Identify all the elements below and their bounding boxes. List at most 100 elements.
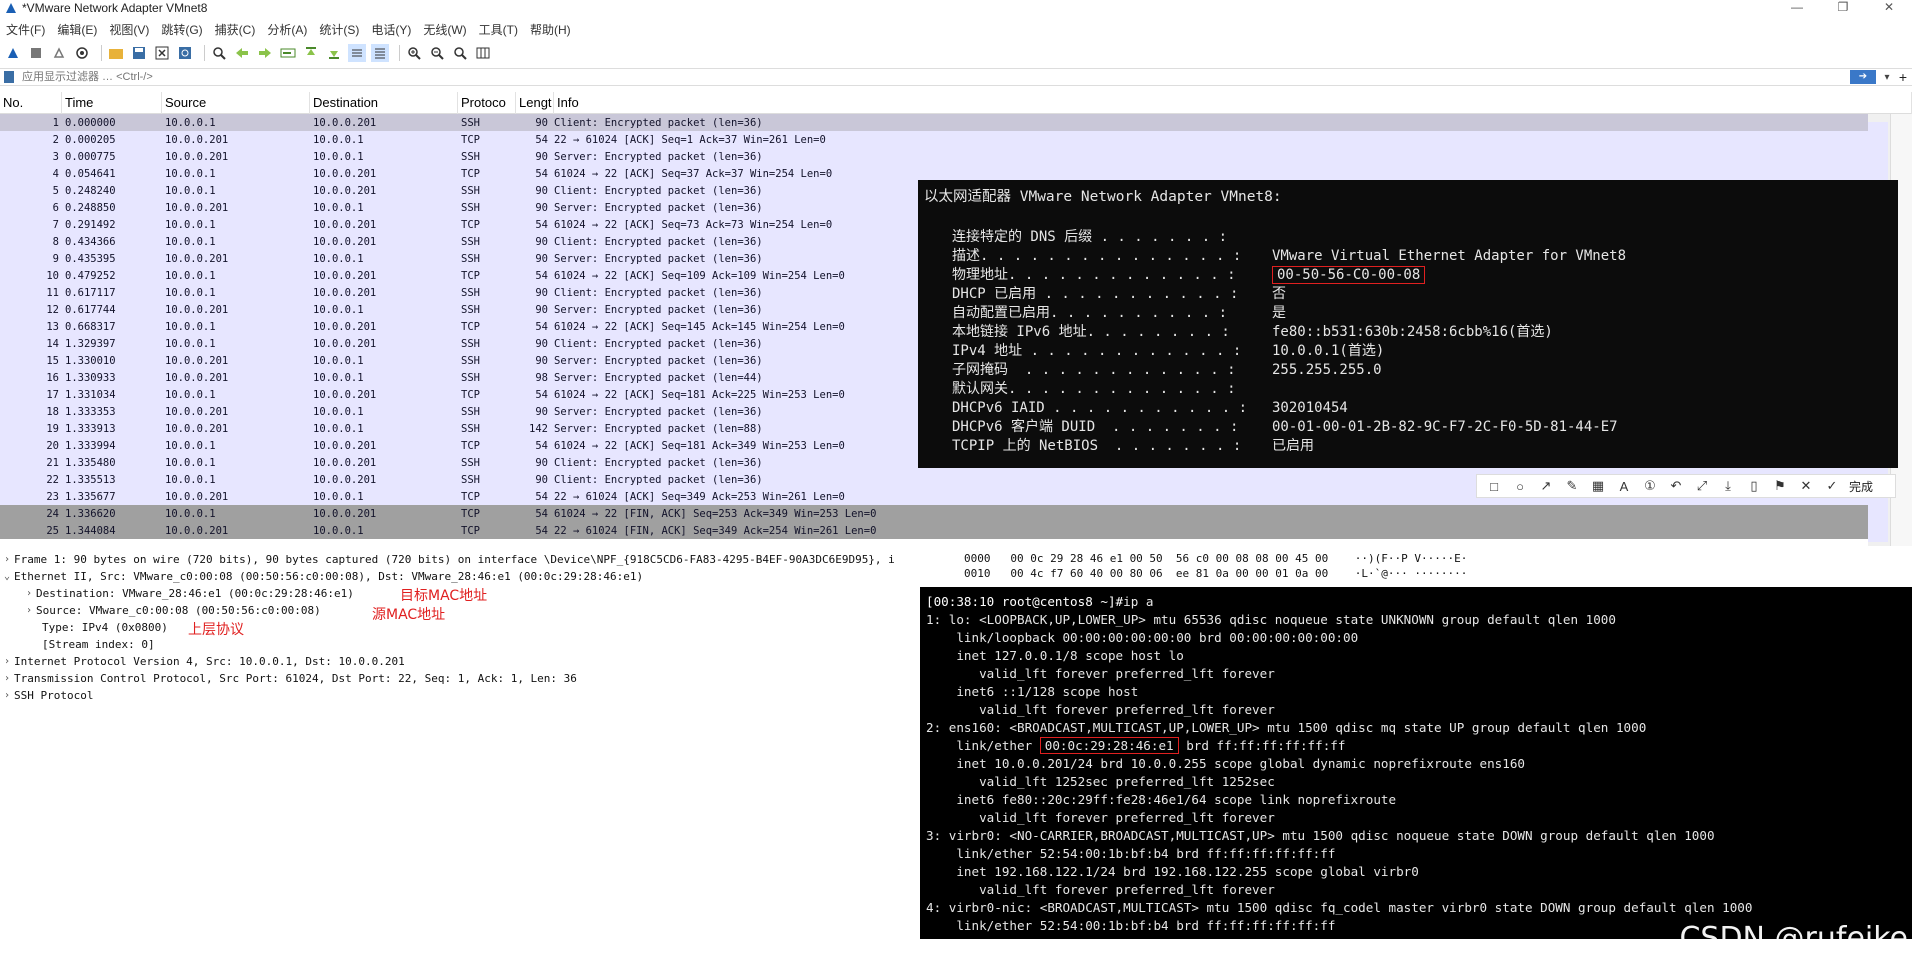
minimize-button[interactable]: — [1774,0,1820,16]
pen-tool-icon[interactable]: ✎ [1561,477,1583,495]
column-destination[interactable]: Destination [310,92,458,114]
detail-eth-stream[interactable]: [Stream index: 0] [0,636,956,653]
packet-cell-time: 0.617117 [65,286,116,299]
column-time[interactable]: Time [62,92,162,114]
menu-file[interactable]: 文件(F) [0,21,51,38]
packet-cell-info: 61024 → 22 [ACK] Seq=37 Ack=37 Win=254 L… [554,167,833,180]
packet-cell-proto: TCP [461,490,480,503]
packet-row[interactable]: 2 0.000205 10.0.0.201 10.0.0.1 TCP 54 22 → 610… [0,131,1912,148]
bytes-row[interactable]: 0010 00 4c f7 60 40 00 80 06 ee 81 0a 00… [960,566,1912,581]
zoom-out-icon[interactable] [428,44,446,62]
text-tool-icon[interactable]: A [1613,477,1635,495]
colorize-icon[interactable] [371,44,389,62]
detail-ethernet[interactable]: ⌄ Ethernet II, Src: VMware_c0:00:08 (00:5… [0,568,956,585]
menu-edit[interactable]: 编辑(E) [51,21,103,38]
column-no[interactable]: No. [0,92,62,114]
save-file-icon[interactable] [130,44,148,62]
done-button[interactable]: 完成 [1849,478,1873,495]
go-forward-icon[interactable] [256,44,274,62]
menu-capture[interactable]: 捕获(C) [209,21,262,38]
physical-address-value: 00-50-56-C0-00-08 [1272,266,1426,284]
packet-row[interactable]: 3 0.000775 10.0.0.201 10.0.0.1 SSH 90 Server: … [0,148,1912,165]
bookmark-icon[interactable]: ⚑ [1769,477,1791,495]
packet-cell-dst: 10.0.0.1 [313,201,364,214]
expand-chevron-icon[interactable]: › [0,670,14,687]
display-filter-input[interactable] [20,69,1850,85]
close-button[interactable]: ✕ [1866,0,1912,16]
arrow-tool-icon[interactable]: ↗ [1535,477,1557,495]
restart-capture-icon[interactable] [50,44,68,62]
packet-cell-no: 5 [52,184,59,197]
rectangle-tool-icon[interactable]: □ [1483,477,1505,495]
expand-chevron-icon[interactable]: › [0,653,14,670]
pin-icon[interactable]: ▯ [1743,477,1765,495]
menu-wireless[interactable]: 无线(W) [417,21,472,38]
packet-cell-src: 10.0.0.201 [165,133,229,146]
download-icon[interactable]: ⤓ [1717,477,1739,495]
undo-icon[interactable]: ↶ [1665,477,1687,495]
menu-telephony[interactable]: 电话(Y) [365,21,417,38]
apply-filter-arrow-icon[interactable]: ➔ [1850,70,1876,84]
capture-options-icon[interactable] [73,44,91,62]
detail-eth-type[interactable]: Type: IPv4 (0x0800) [0,619,956,636]
check-icon[interactable]: ✓ [1821,477,1843,495]
packet-cell-dst: 10.0.0.201 [313,388,377,401]
first-packet-icon[interactable] [302,44,320,62]
find-packet-icon[interactable] [210,44,228,62]
detail-frame[interactable]: › Frame 1: 90 bytes on wire (720 bits), 9… [0,551,956,568]
open-file-icon[interactable] [107,44,125,62]
bytes-row[interactable]: 0000 00 0c 29 28 46 e1 00 50 56 c0 00 08… [960,551,1912,566]
filter-bookmark-icon[interactable] [4,71,14,83]
zoom-in-icon[interactable] [405,44,423,62]
cancel-icon[interactable]: ✕ [1795,477,1817,495]
packet-cell-proto: SSH [461,337,480,350]
last-packet-icon[interactable] [325,44,343,62]
normal-size-icon[interactable] [451,44,469,62]
mosaic-tool-icon[interactable]: ▦ [1587,477,1609,495]
start-capture-icon[interactable] [4,44,22,62]
collapse-chevron-icon[interactable]: ⌄ [0,568,14,585]
packet-cell-no: 23 [46,490,59,503]
menu-tools[interactable]: 工具(T) [473,21,524,38]
menu-go[interactable]: 跳转(G) [155,21,208,38]
menu-help[interactable]: 帮助(H) [524,21,577,38]
column-info[interactable]: Info [554,92,1912,114]
column-length[interactable]: Lengt [516,92,554,114]
detail-ssh[interactable]: › SSH Protocol [0,687,956,704]
expand-chevron-icon[interactable]: › [22,602,36,619]
menu-statistics[interactable]: 统计(S) [313,21,365,38]
column-protocol[interactable]: Protoco [458,92,516,114]
fullscreen-icon[interactable]: ⤢ [1691,477,1713,495]
add-filter-button-icon[interactable]: + [1894,69,1912,85]
packet-cell-len: 90 [535,252,548,265]
packet-row[interactable]: 24 1.336620 10.0.0.1 10.0.0.201 TCP 54 61024 →… [0,505,1912,522]
packet-row[interactable]: 25 1.344084 10.0.0.201 10.0.0.1 TCP 54 22 → 61… [0,522,1912,539]
reload-file-icon[interactable] [176,44,194,62]
ellipse-tool-icon[interactable]: ○ [1509,477,1531,495]
detail-ip[interactable]: › Internet Protocol Version 4, Src: 10.0.… [0,653,956,670]
detail-tcp[interactable]: › Transmission Control Protocol, Src Port… [0,670,956,687]
ens160-mac-address: 00:0c:29:28:46:e1 [1039,737,1179,754]
close-file-icon[interactable] [153,44,171,62]
expand-chevron-icon[interactable]: › [0,551,14,568]
packet-cell-proto: SSH [461,235,480,248]
packet-cell-src: 10.0.0.1 [165,337,216,350]
number-tool-icon[interactable]: ① [1639,477,1661,495]
packet-cell-dst: 10.0.0.1 [313,371,364,384]
menu-view[interactable]: 视图(V) [103,21,155,38]
go-back-icon[interactable] [233,44,251,62]
column-source[interactable]: Source [162,92,310,114]
menu-analyze[interactable]: 分析(A) [261,21,313,38]
expand-chevron-icon[interactable]: › [22,585,36,602]
maximize-button[interactable]: ❐ [1820,0,1866,16]
go-to-packet-icon[interactable] [279,44,297,62]
auto-scroll-icon[interactable] [348,44,366,62]
packet-row[interactable]: 1 0.000000 10.0.0.1 10.0.0.201 SSH 90 Client: … [0,114,1912,131]
packet-cell-time: 0.291492 [65,218,116,231]
expand-chevron-icon[interactable]: › [0,687,14,704]
stop-capture-icon[interactable] [27,44,45,62]
resize-columns-icon[interactable] [474,44,492,62]
packet-cell-time: 1.333353 [65,405,116,418]
packet-cell-no: 4 [52,167,59,180]
filter-dropdown-icon[interactable]: ▾ [1880,72,1894,83]
